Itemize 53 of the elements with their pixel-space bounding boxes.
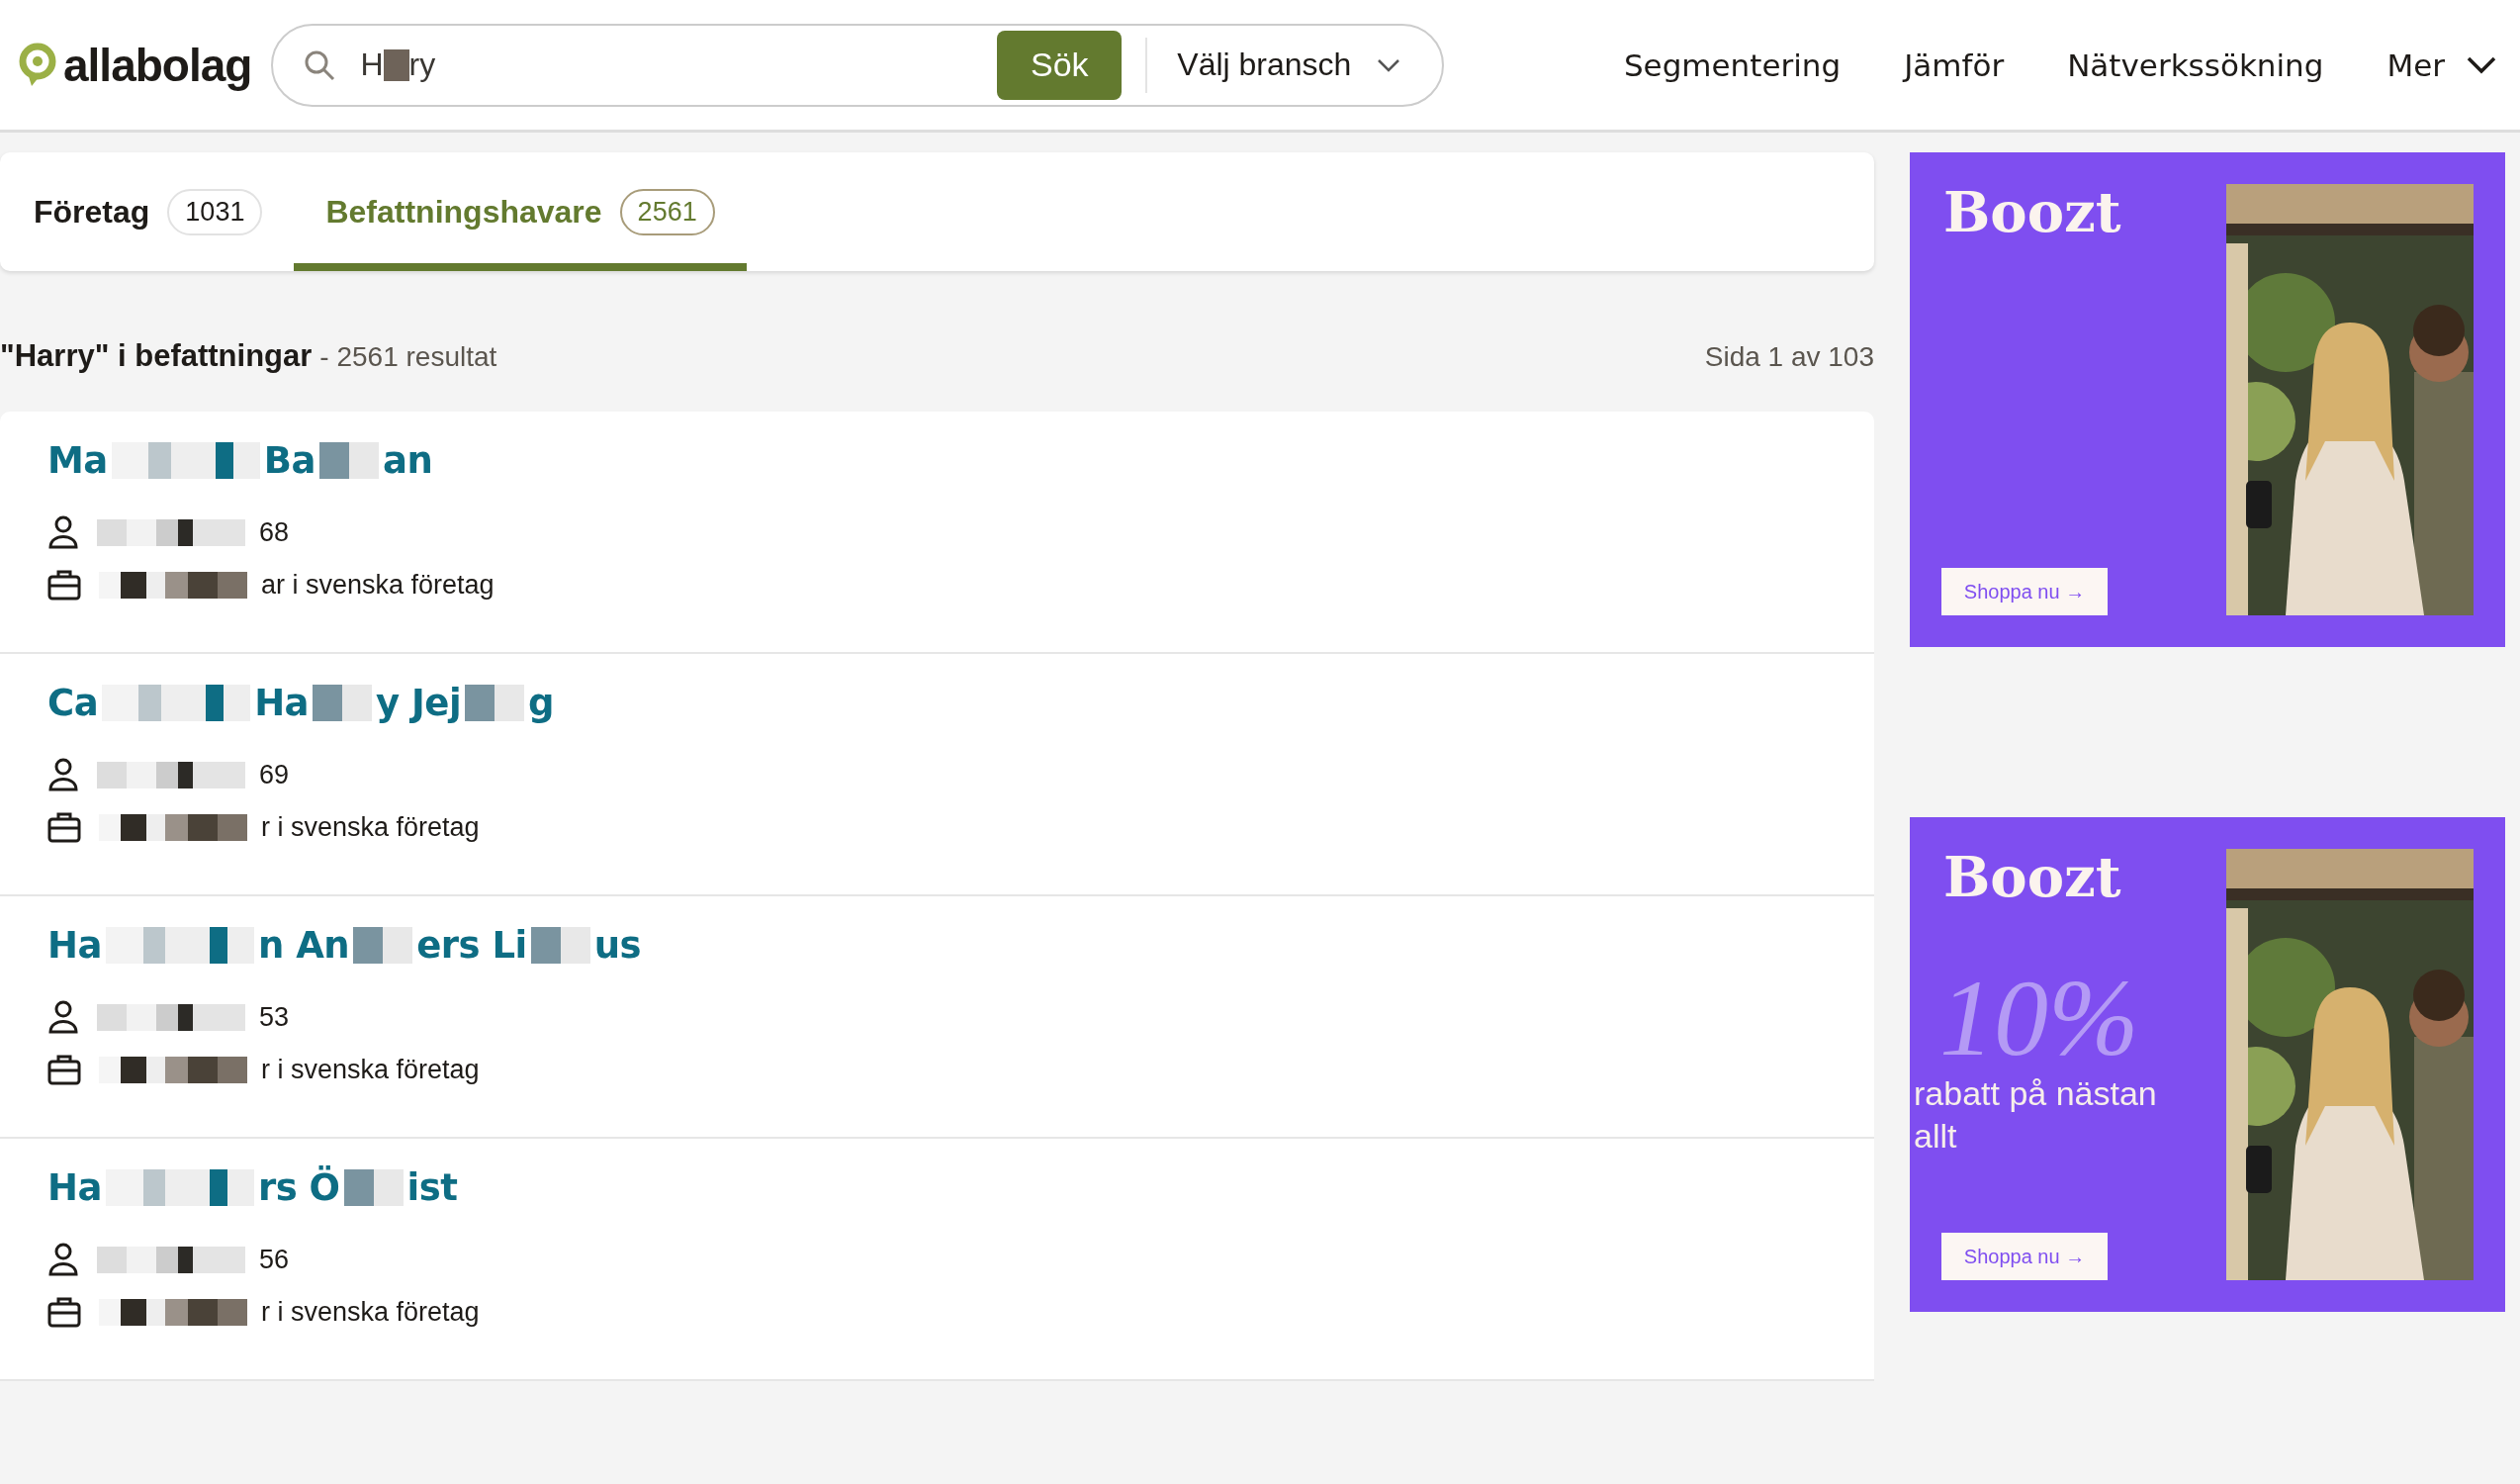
count-badge: 2561: [619, 188, 715, 235]
count-badge: 1031: [167, 188, 263, 235]
chevron-down-icon: [1377, 57, 1401, 72]
nav-link[interactable]: Nätverkssökning: [2067, 46, 2324, 83]
page-indicator: Sida 1 av 103: [1704, 341, 1874, 373]
birth-year: 56: [259, 1244, 290, 1275]
briefcase-icon: [47, 569, 81, 601]
person-name-link[interactable]: Ma Ba an: [47, 439, 433, 482]
tab-label: Företag: [34, 193, 150, 231]
briefcase-icon: [47, 1054, 81, 1085]
briefcase-icon: [47, 811, 81, 843]
redaction-mosaic: [353, 927, 413, 964]
location-pin-icon: [18, 42, 57, 88]
industry-dropdown[interactable]: Välj bransch: [1171, 46, 1407, 84]
redaction-mosaic: [318, 442, 379, 479]
nav-link[interactable]: Mer: [2386, 46, 2496, 83]
redaction-mosaic: [343, 1169, 404, 1206]
birth-year: 69: [259, 759, 290, 790]
person-icon: [47, 515, 79, 549]
redaction-mosaic: [530, 927, 590, 964]
search-field[interactable]: H ry Sök Välj bransch: [271, 23, 1445, 107]
tab[interactable]: Befattningshavare 2561: [294, 152, 747, 271]
nav-link[interactable]: Segmentering: [1623, 46, 1842, 83]
query-title: "Harry" i befattningar: [0, 338, 313, 374]
shop-button[interactable]: Shoppa nu →: [1941, 1233, 2108, 1280]
roles-text: r i svenska företag: [261, 811, 480, 843]
person-name-link[interactable]: Ha rs Ö ist: [47, 1166, 458, 1209]
roles-text: ar i svenska företag: [261, 569, 495, 601]
tab-label: Befattningshavare: [325, 193, 602, 231]
redaction-mosaic: [383, 48, 409, 81]
chevron-down-icon: [2467, 55, 2496, 74]
nav-link[interactable]: Jämför: [1904, 46, 2005, 83]
search-button[interactable]: Sök: [997, 30, 1123, 100]
logo-text[interactable]: allabolag: [63, 38, 252, 92]
discount-text: 10%: [1939, 964, 2140, 1072]
offer-text: rabatt på nästan allt: [1914, 1073, 2158, 1157]
roles-text: r i svenska företag: [261, 1054, 480, 1085]
redaction-mosaic: [465, 685, 525, 721]
briefcase-icon: [47, 1296, 81, 1328]
person-icon: [47, 758, 79, 791]
person-icon: [47, 1243, 79, 1276]
birth-year: 53: [259, 1001, 290, 1033]
brand-logo: Boozt: [1943, 849, 2122, 904]
roles-text: r i svenska företag: [261, 1296, 480, 1328]
brand-logo: Boozt: [1943, 184, 2122, 239]
redaction-mosaic: [313, 685, 373, 721]
person-icon: [47, 1000, 79, 1034]
tab[interactable]: Företag 1031: [34, 152, 295, 271]
person-name-link[interactable]: Ca Ha y Jej g: [47, 682, 555, 724]
person-name-link[interactable]: Ha n An ers Li us: [47, 924, 642, 967]
result-count: - 2561 resultat: [319, 341, 497, 373]
birth-year: 68: [259, 516, 290, 548]
shop-button[interactable]: Shoppa nu →: [1941, 568, 2108, 615]
